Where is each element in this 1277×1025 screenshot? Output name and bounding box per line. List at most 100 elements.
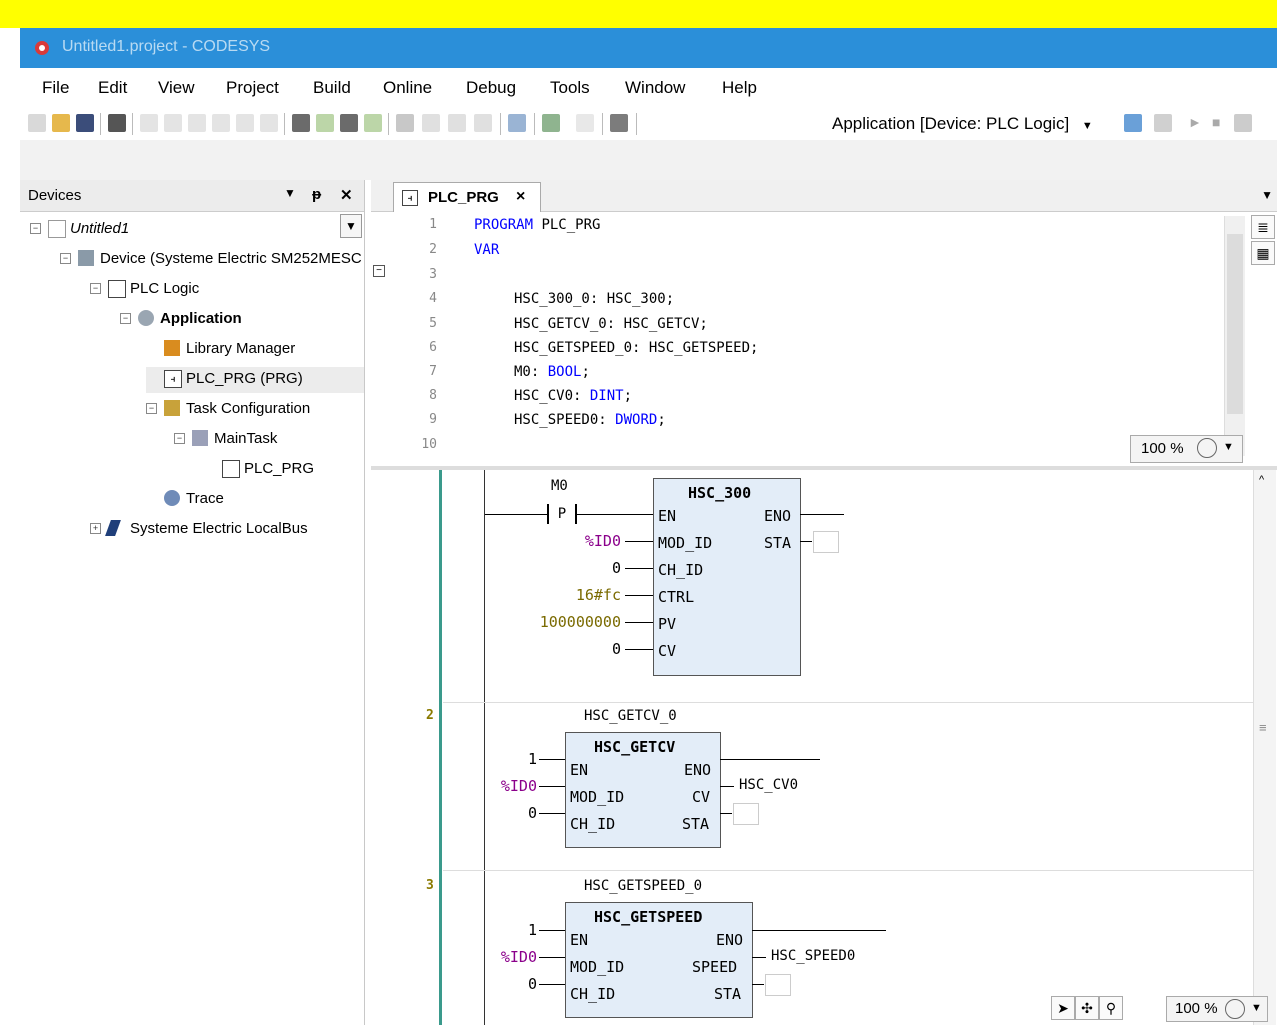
output-variable-sta[interactable] (765, 974, 791, 996)
scrollbar-thumb[interactable] (1227, 234, 1243, 414)
input-value[interactable]: %ID0 (481, 948, 537, 966)
ladder-editor[interactable]: M0 P HSC_300 EN MOD_ID CH_ID CTRL PV CV … (371, 470, 1277, 1025)
rising-edge-contact[interactable]: P (547, 504, 577, 524)
menu-build[interactable]: Build (313, 78, 351, 98)
magnifier-icon[interactable]: ⚲ (1099, 996, 1123, 1020)
replace-next-icon[interactable] (364, 114, 382, 132)
paste-icon[interactable] (236, 114, 254, 132)
chevron-down-icon[interactable]: ▼ (1251, 1002, 1262, 1014)
function-block-hsc-getcv[interactable]: HSC_GETCV EN MOD_ID CH_ID ENO CV STA (565, 732, 721, 848)
undo-icon[interactable] (140, 114, 158, 132)
export-icon[interactable] (576, 114, 594, 132)
input-value[interactable]: %ID0 (547, 532, 621, 550)
start-icon[interactable]: ► (1188, 114, 1202, 130)
input-value[interactable]: 0 (547, 559, 621, 577)
ladder-zoom-control[interactable]: 100 % ▼ (1166, 996, 1268, 1022)
logout-icon[interactable] (1154, 114, 1172, 132)
collapse-icon[interactable]: − (90, 283, 101, 294)
replace-icon[interactable] (340, 114, 358, 132)
menu-help[interactable]: Help (722, 78, 757, 98)
wire (752, 984, 764, 985)
reset-icon[interactable] (1234, 114, 1252, 132)
menu-tools[interactable]: Tools (550, 78, 590, 98)
input-value[interactable]: 0 (491, 804, 537, 822)
tab-list-dropdown-icon[interactable]: ▼ (1261, 188, 1273, 202)
zoom-icon[interactable] (1197, 438, 1217, 458)
scroll-up-icon[interactable]: ^ (1259, 474, 1264, 486)
menu-file[interactable]: File (42, 78, 69, 98)
calculator-icon[interactable] (610, 114, 628, 132)
save-icon[interactable] (76, 114, 94, 132)
rung-number: 3 (426, 878, 434, 893)
output-variable-cv[interactable]: HSC_CV0 (739, 777, 798, 793)
collapse-icon[interactable]: − (120, 313, 131, 324)
tree-item-plc-prg[interactable]: ⫞ PLC_PRG (PRG) (146, 367, 364, 393)
textual-view-icon[interactable]: ≣ (1251, 215, 1275, 239)
close-tab-icon[interactable]: × (516, 188, 525, 206)
menu-debug[interactable]: Debug (466, 78, 516, 98)
panel-menu-icon[interactable]: ▼ (284, 186, 296, 200)
declaration-scrollbar[interactable] (1224, 216, 1245, 456)
input-value[interactable]: 0 (491, 975, 537, 993)
input-value[interactable]: 100000000 (501, 613, 621, 631)
code-line-7: M0: BOOL; (514, 364, 590, 380)
tree-dropdown-button[interactable]: ▼ (340, 214, 362, 238)
output-variable-speed[interactable]: HSC_SPEED0 (771, 948, 855, 964)
expand-icon[interactable]: + (90, 523, 101, 534)
collapse-icon[interactable]: − (146, 403, 157, 414)
pointer-icon[interactable]: ➤ (1051, 996, 1075, 1020)
project-icon (48, 220, 66, 238)
redo-icon[interactable] (164, 114, 182, 132)
output-variable-sta[interactable] (813, 531, 839, 553)
fb-instance-name[interactable]: HSC_GETSPEED_0 (584, 878, 702, 894)
input-value[interactable]: 0 (547, 640, 621, 658)
collapse-icon[interactable]: − (174, 433, 185, 444)
menu-window[interactable]: Window (625, 78, 685, 98)
copy-icon[interactable] (212, 114, 230, 132)
window-icon[interactable] (508, 114, 526, 132)
login-icon[interactable] (1124, 114, 1142, 132)
declaration-zoom-control[interactable]: 100 % ▼ (1130, 435, 1243, 463)
bookmark-icon[interactable] (396, 114, 414, 132)
menu-edit[interactable]: Edit (98, 78, 127, 98)
trace-icon (164, 490, 180, 506)
find-icon[interactable] (292, 114, 310, 132)
ladder-scrollbar[interactable]: ^ ≡ (1253, 470, 1276, 1025)
prev-bookmark-icon[interactable] (448, 114, 466, 132)
wire (625, 541, 653, 542)
input-value[interactable]: 16#fc (537, 586, 621, 604)
collapse-icon[interactable]: − (30, 223, 41, 234)
menu-view[interactable]: View (158, 78, 195, 98)
delete-icon[interactable] (260, 114, 278, 132)
clear-bookmarks-icon[interactable] (474, 114, 492, 132)
tabular-view-icon[interactable]: ▦ (1251, 241, 1275, 265)
input-value[interactable]: %ID0 (481, 777, 537, 795)
input-value[interactable]: 1 (491, 921, 537, 939)
cut-icon[interactable] (188, 114, 206, 132)
print-icon[interactable] (108, 114, 126, 132)
fold-icon[interactable]: − (373, 265, 385, 277)
zoom-icon[interactable] (1225, 999, 1245, 1019)
new-file-icon[interactable] (28, 114, 46, 132)
active-application-selector[interactable]: Application [Device: PLC Logic] ▼ (832, 114, 1093, 134)
chevron-down-icon[interactable]: ▼ (1223, 441, 1234, 453)
output-variable-sta[interactable] (733, 803, 759, 825)
close-icon[interactable]: ✕ (340, 186, 353, 204)
move-icon[interactable]: ✣ (1075, 996, 1099, 1020)
menu-online[interactable]: Online (383, 78, 432, 98)
open-folder-icon[interactable] (52, 114, 70, 132)
pin-icon[interactable]: ᵽ (312, 186, 321, 203)
collapse-icon[interactable]: − (60, 253, 71, 264)
stop-icon[interactable]: ■ (1212, 114, 1220, 130)
input-value[interactable]: 1 (491, 750, 537, 768)
find-next-icon[interactable] (316, 114, 334, 132)
add-object-icon[interactable] (542, 114, 560, 132)
menu-project[interactable]: Project (226, 78, 279, 98)
next-bookmark-icon[interactable] (422, 114, 440, 132)
function-block-hsc-getspeed[interactable]: HSC_GETSPEED EN MOD_ID CH_ID ENO SPEED S… (565, 902, 753, 1018)
tab-plc-prg[interactable]: ⫞ PLC_PRG × (393, 182, 541, 212)
fb-instance-name[interactable]: HSC_GETCV_0 (584, 708, 677, 724)
function-block-hsc-300[interactable]: HSC_300 EN MOD_ID CH_ID CTRL PV CV ENO S… (653, 478, 801, 676)
scrollbar-grip-icon[interactable]: ≡ (1259, 720, 1267, 735)
declaration-editor[interactable]: − 1 2 3 4 5 6 7 8 9 10 PROGRAM PLC_PRG V… (371, 211, 1277, 470)
